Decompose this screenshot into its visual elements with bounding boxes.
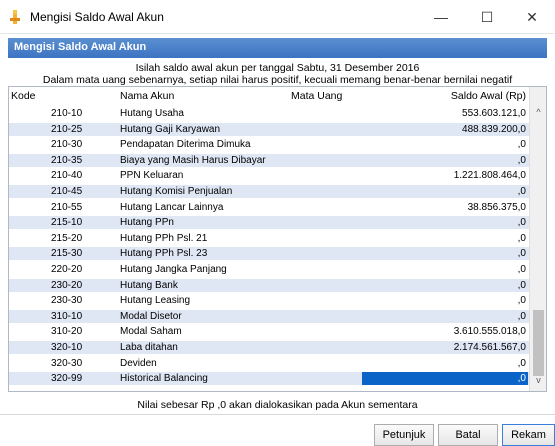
table-row[interactable]: 320-10 Laba ditahan 2.174.561.567,0 [9,341,530,354]
scrollbar-thumb[interactable] [533,310,544,376]
cell-saldo-awal[interactable]: ,0 [518,138,526,151]
cell-saldo-awal[interactable]: ,0 [518,310,526,323]
table-row[interactable]: 230-20 Hutang Bank ,0 [9,278,530,292]
cell-nama-akun: Hutang Gaji Karyawan [120,123,221,135]
cell-saldo-awal[interactable]: 2.174.561.567,0 [454,341,526,354]
help-button[interactable]: Petunjuk [374,424,434,446]
cell-kode: 310-20 [51,326,83,338]
cell-saldo-awal[interactable]: ,0 [518,247,526,260]
cell-nama-akun: Hutang Lancar Lainnya [120,201,224,213]
cell-nama-akun: Hutang Komisi Penjualan [120,186,233,197]
cell-nama-akun: Modal Disetor [120,310,182,322]
window-title: Mengisi Saldo Awal Akun [30,10,164,24]
cell-saldo-awal[interactable]: ,0 [518,232,526,245]
table-row[interactable]: 215-30 Hutang PPh Psl. 23 ,0 [9,247,530,261]
cell-saldo-awal[interactable]: 1.221.808.464,0 [454,169,526,182]
cell-kode: 215-10 [51,217,83,229]
cell-kode: 210-25 [51,123,83,135]
table-row[interactable]: 210-55 Hutang Lancar Lainnya 38.856.375,0 [9,201,530,214]
app-icon [10,10,20,24]
title-bar: Mengisi Saldo Awal Akun — ☐ ✕ [0,0,555,34]
column-header-mata-uang[interactable]: Mata Uang [291,90,342,102]
cell-kode: 210-55 [51,201,83,213]
scroll-down-icon[interactable]: v [530,375,546,387]
cell-kode: 220-20 [51,264,83,275]
cell-kode: 210-30 [51,139,83,151]
cell-kode: 320-30 [51,357,83,369]
table-row[interactable]: 210-30 Pendapatan Diterima Dimuka ,0 [9,138,530,151]
cell-kode: 210-10 [51,108,83,119]
table-row[interactable]: 210-10 Hutang Usaha 553.603.121,0 [9,107,530,120]
instruction-line-1: Isilah saldo awal akun per tanggal Sabtu… [135,62,420,74]
cell-saldo-awal[interactable]: ,0 [518,154,526,167]
cell-kode: 230-30 [51,295,83,307]
table-row[interactable]: 220-20 Hutang Jangka Panjang ,0 [9,263,530,276]
cell-nama-akun: Pendapatan Diterima Dimuka [120,139,251,151]
table-row[interactable]: 210-45 Hutang Komisi Penjualan ,0 [9,185,530,198]
maximize-button[interactable]: ☐ [464,0,510,34]
cell-saldo-awal[interactable]: ,0 [518,279,526,292]
cell-nama-akun: Laba ditahan [120,342,178,353]
cell-nama-akun: Hutang PPh Psl. 21 [120,232,208,244]
cell-kode: 215-30 [51,248,83,260]
cell-kode: 210-35 [51,154,83,166]
close-button[interactable]: ✕ [509,0,555,34]
save-button[interactable]: Rekam [502,424,555,446]
cancel-button[interactable]: Batal [438,424,498,446]
cell-nama-akun: Deviden [120,357,157,369]
allocation-note: Nilai sebesar Rp ,0 akan dialokasikan pa… [137,399,418,411]
divider [0,414,555,415]
cell-nama-akun: Hutang Leasing [120,295,191,307]
table-row[interactable]: 210-35 Biaya yang Masih Harus Dibayar ,0 [9,153,530,167]
scroll-up-icon[interactable]: ^ [530,107,546,119]
cell-nama-akun: Hutang Bank [120,279,178,291]
table-row[interactable]: 230-30 Hutang Leasing ,0 [9,294,530,307]
table-header: Kode Nama Akun Mata Uang Saldo Awal (Rp) [9,87,530,106]
cell-kode: 320-99 [51,373,83,385]
cell-saldo-awal[interactable]: ,0 [518,185,526,198]
table-row[interactable]: 215-10 Hutang PPn ,0 [9,216,530,230]
cell-nama-akun: Hutang Jangka Panjang [120,264,227,275]
cell-nama-akun: Modal Saham [120,326,182,338]
column-header-saldo-awal[interactable]: Saldo Awal (Rp) [451,90,526,102]
panel-header: Mengisi Saldo Awal Akun [8,38,547,58]
table-row[interactable]: 215-20 Hutang PPh Psl. 21 ,0 [9,232,530,245]
cell-kode: 215-20 [51,232,83,244]
account-balance-table: Kode Nama Akun Mata Uang Saldo Awal (Rp)… [8,86,547,392]
minimize-button[interactable]: — [418,0,464,34]
table-row[interactable]: 320-30 Deviden ,0 [9,357,530,370]
instruction-line-2: Dalam mata uang sebenarnya, setiap nilai… [42,74,513,86]
instructions: Isilah saldo awal akun per tanggal Sabtu… [8,62,547,86]
cell-saldo-awal[interactable]: 3.610.555.018,0 [454,325,526,338]
table-row[interactable]: 210-25 Hutang Gaji Karyawan 488.839.200,0 [9,122,530,136]
column-header-nama-akun[interactable]: Nama Akun [120,90,174,102]
cell-saldo-awal[interactable]: 38.856.375,0 [468,201,526,214]
cell-saldo-awal[interactable]: 553.603.121,0 [462,107,526,120]
table-row[interactable]: 310-20 Modal Saham 3.610.555.018,0 [9,325,530,338]
cell-kode: 310-10 [51,310,83,322]
cell-nama-akun: Hutang Usaha [120,108,184,119]
cell-nama-akun: PPN Keluaran [120,170,184,182]
cell-nama-akun: Hutang PPh Psl. 23 [120,248,208,260]
cell-kode: 320-10 [51,342,83,353]
cell-saldo-awal[interactable]: ,0 [362,372,528,386]
table-row[interactable]: 320-99 Historical Balancing ,0 [9,372,530,386]
cell-nama-akun: Hutang PPn [120,217,174,229]
table-row[interactable]: 310-10 Modal Disetor ,0 [9,309,530,323]
cell-saldo-awal[interactable]: ,0 [518,263,526,276]
cell-kode: 210-40 [51,170,83,182]
table-row[interactable]: 210-40 PPN Keluaran 1.221.808.464,0 [9,169,530,182]
cell-saldo-awal[interactable]: ,0 [518,216,526,229]
cell-nama-akun: Biaya yang Masih Harus Dibayar [120,154,266,166]
column-header-kode[interactable]: Kode [11,90,36,102]
vertical-scrollbar[interactable]: ^ v [529,87,546,391]
cell-saldo-awal[interactable]: ,0 [518,357,526,370]
cell-saldo-awal[interactable]: 488.839.200,0 [462,123,526,136]
cell-kode: 210-45 [51,186,83,197]
cell-kode: 230-20 [51,279,83,291]
cell-nama-akun: Historical Balancing [120,373,208,385]
cell-saldo-awal[interactable]: ,0 [518,294,526,307]
